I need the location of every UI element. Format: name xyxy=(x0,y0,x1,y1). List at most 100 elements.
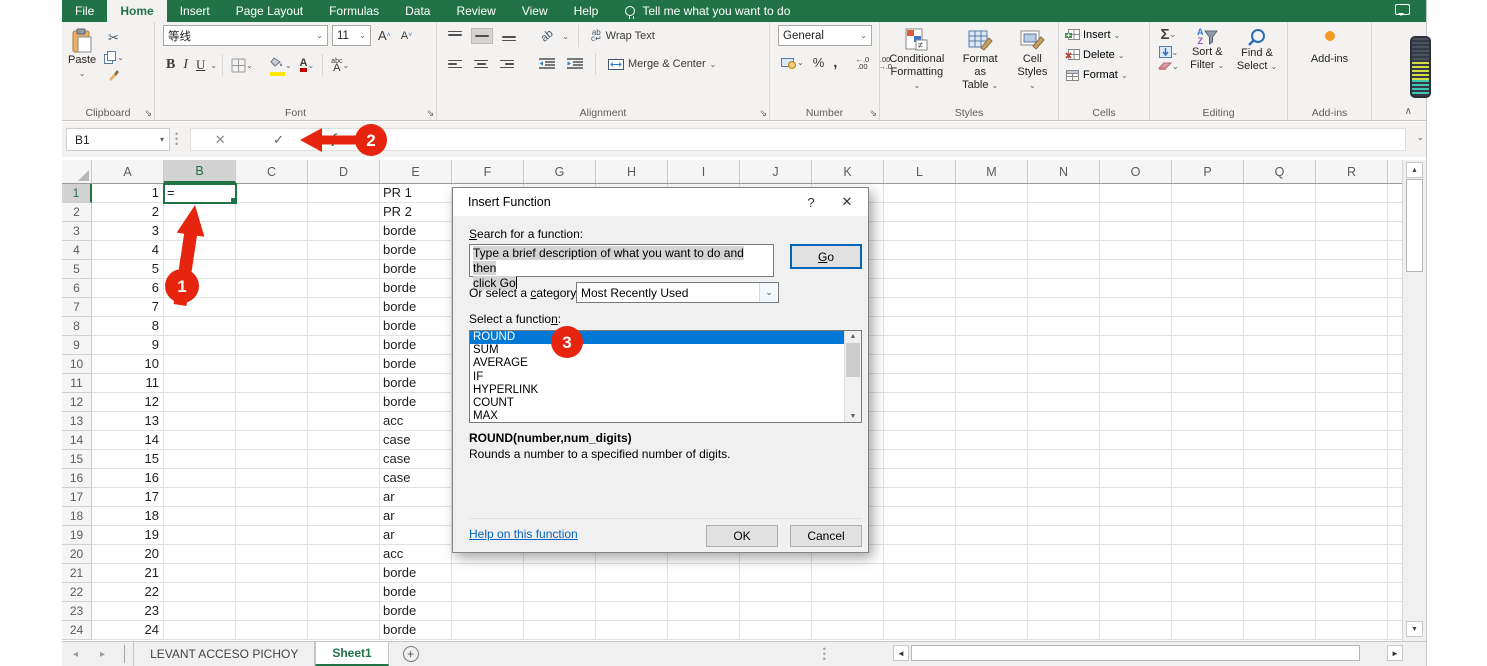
cell-C12[interactable] xyxy=(236,393,308,412)
cell-A18[interactable]: 18 xyxy=(92,507,164,526)
cell-P4[interactable] xyxy=(1172,241,1244,260)
cell-C16[interactable] xyxy=(236,469,308,488)
cell-D7[interactable] xyxy=(308,298,380,317)
cell-D12[interactable] xyxy=(308,393,380,412)
cell-O15[interactable] xyxy=(1100,450,1172,469)
cell-D2[interactable] xyxy=(308,203,380,222)
cell-M11[interactable] xyxy=(956,374,1028,393)
search-function-input[interactable]: Type a brief description of what you wan… xyxy=(469,244,774,277)
cell-L6[interactable] xyxy=(884,279,956,298)
cell-R23[interactable] xyxy=(1316,602,1388,621)
row-header-9[interactable]: 9 xyxy=(62,336,92,355)
row-header-17[interactable]: 17 xyxy=(62,488,92,507)
name-box-chevron-icon[interactable]: ▾ xyxy=(160,135,169,144)
cell-P18[interactable] xyxy=(1172,507,1244,526)
paste-button[interactable]: Paste⌄ xyxy=(64,25,100,83)
format-as-table-button[interactable]: Format as Table ⌄ xyxy=(952,25,1009,106)
cell-O24[interactable] xyxy=(1100,621,1172,640)
help-on-function-link[interactable]: Help on this function xyxy=(469,527,578,541)
decrease-indent-icon[interactable] xyxy=(536,57,558,71)
cell-E24[interactable]: borde xyxy=(380,621,452,640)
cell-P20[interactable] xyxy=(1172,545,1244,564)
bold-button[interactable]: B xyxy=(163,56,178,74)
column-header-I[interactable]: I xyxy=(668,160,740,183)
column-header-K[interactable]: K xyxy=(812,160,884,183)
cell-Q15[interactable] xyxy=(1244,450,1316,469)
cell-P6[interactable] xyxy=(1172,279,1244,298)
cell-D23[interactable] xyxy=(308,602,380,621)
cell-C17[interactable] xyxy=(236,488,308,507)
cell-F22[interactable] xyxy=(452,583,524,602)
cut-icon[interactable]: ✂ xyxy=(100,29,127,47)
cell-R3[interactable] xyxy=(1316,222,1388,241)
cell-J23[interactable] xyxy=(740,602,812,621)
cell-M17[interactable] xyxy=(956,488,1028,507)
cell-E4[interactable]: borde xyxy=(380,241,452,260)
cell-M20[interactable] xyxy=(956,545,1028,564)
function-list-scrollbar[interactable]: ▲ ▼ xyxy=(844,331,861,422)
cell-M16[interactable] xyxy=(956,469,1028,488)
row-header-12[interactable]: 12 xyxy=(62,393,92,412)
cell-R8[interactable] xyxy=(1316,317,1388,336)
cell-D22[interactable] xyxy=(308,583,380,602)
cell-A15[interactable]: 15 xyxy=(92,450,164,469)
row-header-4[interactable]: 4 xyxy=(62,241,92,260)
cancel-entry-icon[interactable]: ✕ xyxy=(215,132,226,148)
cell-D9[interactable] xyxy=(308,336,380,355)
row-header-2[interactable]: 2 xyxy=(62,203,92,222)
row-header-18[interactable]: 18 xyxy=(62,507,92,526)
cell-N12[interactable] xyxy=(1028,393,1100,412)
cell-E5[interactable]: borde xyxy=(380,260,452,279)
cell-E15[interactable]: case xyxy=(380,450,452,469)
alignment-dialog-launcher[interactable]: ⇘ xyxy=(759,109,767,118)
addins-button[interactable]: Add-ins xyxy=(1290,25,1369,69)
function-item-average[interactable]: AVERAGE xyxy=(470,357,861,370)
align-right-icon[interactable] xyxy=(497,57,517,72)
collapse-ribbon-icon[interactable]: ∧ xyxy=(1405,106,1412,117)
cell-P24[interactable] xyxy=(1172,621,1244,640)
cell-Q17[interactable] xyxy=(1244,488,1316,507)
cell-L17[interactable] xyxy=(884,488,956,507)
align-middle-icon[interactable] xyxy=(471,28,493,45)
clear-button[interactable]: ⌄ xyxy=(1155,60,1182,72)
format-painter-icon[interactable] xyxy=(100,68,127,82)
cell-N18[interactable] xyxy=(1028,507,1100,526)
cell-H21[interactable] xyxy=(596,564,668,583)
cell-E2[interactable]: PR 2 xyxy=(380,203,452,222)
cell-B21[interactable] xyxy=(164,564,236,583)
tab-insert[interactable]: Insert xyxy=(167,0,223,22)
column-header-H[interactable]: H xyxy=(596,160,668,183)
cell-C5[interactable] xyxy=(236,260,308,279)
increase-decimal-icon[interactable]: ←.0.00 xyxy=(852,55,872,71)
cell-L24[interactable] xyxy=(884,621,956,640)
cell-M8[interactable] xyxy=(956,317,1028,336)
number-format-combo[interactable]: General⌄ xyxy=(778,25,872,46)
cell-Q24[interactable] xyxy=(1244,621,1316,640)
vertical-scrollbar[interactable]: ▲ ▼ xyxy=(1402,160,1426,641)
cell-D13[interactable] xyxy=(308,412,380,431)
number-dialog-launcher[interactable]: ⇘ xyxy=(869,109,877,118)
cell-P16[interactable] xyxy=(1172,469,1244,488)
cell-L14[interactable] xyxy=(884,431,956,450)
cell-P14[interactable] xyxy=(1172,431,1244,450)
sheet-tab-levant-acceso-pichoy[interactable]: LEVANT ACCESO PICHOY xyxy=(133,642,315,666)
row-header-3[interactable]: 3 xyxy=(62,222,92,241)
cell-R24[interactable] xyxy=(1316,621,1388,640)
cell-L12[interactable] xyxy=(884,393,956,412)
cell-L2[interactable] xyxy=(884,203,956,222)
cell-P12[interactable] xyxy=(1172,393,1244,412)
cell-O19[interactable] xyxy=(1100,526,1172,545)
cell-N23[interactable] xyxy=(1028,602,1100,621)
scroll-up-icon[interactable]: ▲ xyxy=(1406,162,1423,178)
cell-A4[interactable]: 4 xyxy=(92,241,164,260)
cell-P23[interactable] xyxy=(1172,602,1244,621)
cell-R17[interactable] xyxy=(1316,488,1388,507)
cell-O12[interactable] xyxy=(1100,393,1172,412)
cell-L22[interactable] xyxy=(884,583,956,602)
function-item-count[interactable]: COUNT xyxy=(470,397,861,410)
cell-P2[interactable] xyxy=(1172,203,1244,222)
cell-Q13[interactable] xyxy=(1244,412,1316,431)
cell-C13[interactable] xyxy=(236,412,308,431)
cell-C24[interactable] xyxy=(236,621,308,640)
row-header-15[interactable]: 15 xyxy=(62,450,92,469)
